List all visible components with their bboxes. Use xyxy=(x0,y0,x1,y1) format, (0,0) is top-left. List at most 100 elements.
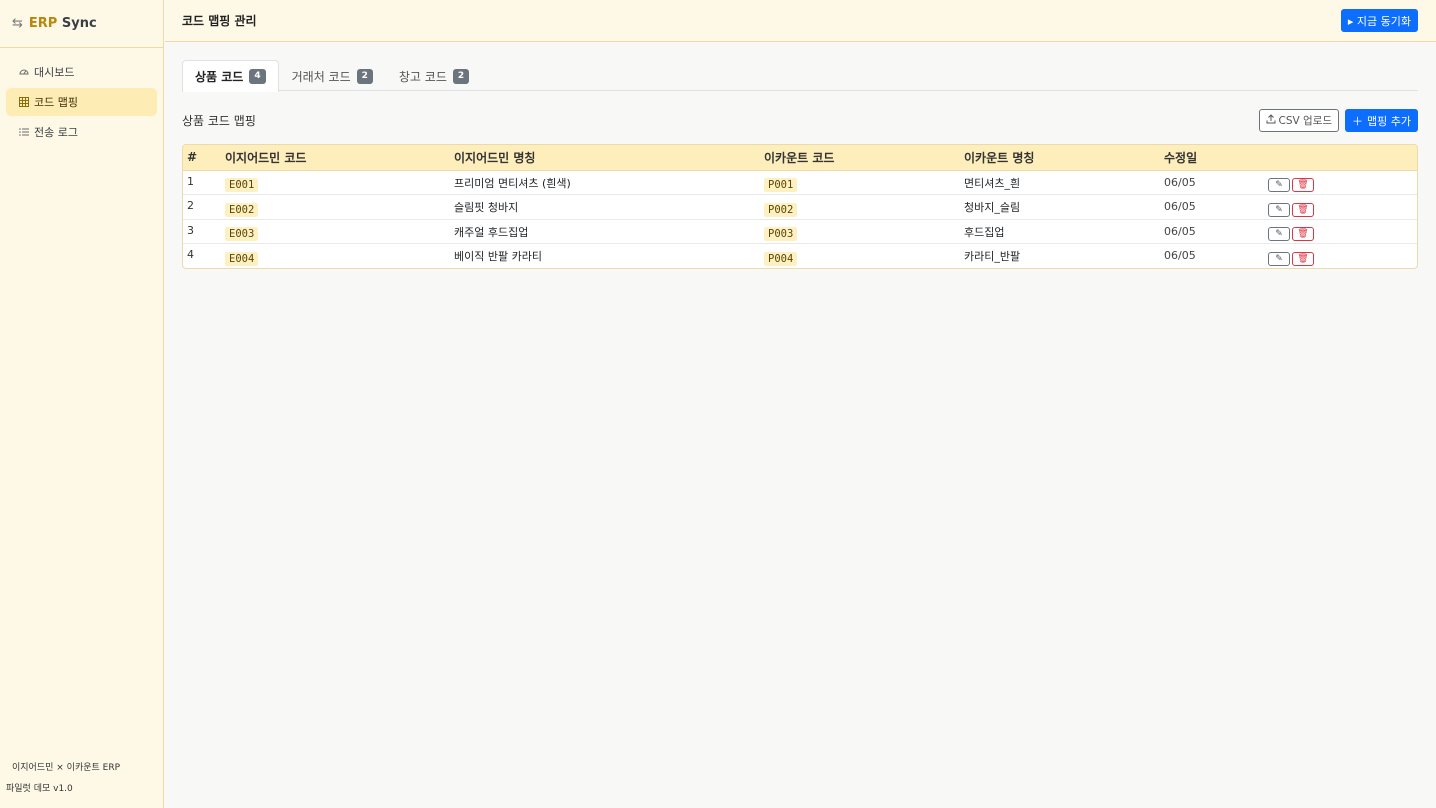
top-header: 코드 맵핑 관리 ▸ 지금 동기화 xyxy=(165,0,1436,42)
section-header: 상품 코드 맵핑 CSV 업로드 ＋ 맵핑 추가 xyxy=(182,109,1418,132)
ez-code: E003 xyxy=(225,227,259,242)
sync-now-button[interactable]: ▸ 지금 동기화 xyxy=(1340,9,1418,32)
tab-bar: 상품 코드 4 거래처 코드 2 창고 코드 2 xyxy=(182,60,1418,92)
col-header-actions xyxy=(1264,145,1417,171)
tab-label: 거래처 코드 xyxy=(291,69,351,84)
row-actions: ✎ 🗑 xyxy=(1264,244,1417,269)
list-icon xyxy=(18,127,29,137)
sidebar-item-transfer-log[interactable]: 전송 로그 xyxy=(6,118,157,146)
ec-code: P004 xyxy=(764,252,798,266)
table-row: 4 E004 베이직 반팔 카라티 P004 카라티_반팔 06/05 ✎ 🗑 xyxy=(183,244,1417,269)
sidebar-item-label: 코드 맵핑 xyxy=(34,96,78,109)
ez-code: E001 xyxy=(225,178,259,193)
ec-code-cell: P003 xyxy=(760,219,960,244)
sidebar-item-code-mapping[interactable]: 코드 맵핑 xyxy=(6,88,157,116)
brand-name: ERP Sync xyxy=(29,16,97,31)
delete-button[interactable]: 🗑 xyxy=(1292,178,1314,193)
modified-date: 06/05 xyxy=(1160,194,1264,220)
ec-name: 카라티_반팔 xyxy=(964,250,1021,263)
edit-button[interactable]: ✎ xyxy=(1268,252,1290,266)
edit-button[interactable]: ✎ xyxy=(1268,227,1290,242)
sidebar-item-label: 대시보드 xyxy=(34,66,75,79)
table-header-row: # 이지어드민 코드 이지어드민 명칭 이카운트 코드 이카운트 명칭 수정일 xyxy=(183,145,1417,171)
ez-code-cell: E001 xyxy=(221,170,450,195)
mapping-table: # 이지어드민 코드 이지어드민 명칭 이카운트 코드 이카운트 명칭 수정일 … xyxy=(182,144,1418,269)
row-number: 2 xyxy=(183,194,221,220)
edit-button[interactable]: ✎ xyxy=(1268,202,1290,217)
delete-button[interactable]: 🗑 xyxy=(1292,252,1314,266)
tab-product-code[interactable]: 상품 코드 4 xyxy=(182,60,279,92)
page-title: 코드 맵핑 관리 xyxy=(182,14,257,28)
main-content: 상품 코드 4 거래처 코드 2 창고 코드 2 상품 코드 맵핑 CSV 업로… xyxy=(182,60,1418,269)
col-header-no: # xyxy=(183,145,221,171)
trash-icon: 🗑 xyxy=(1297,204,1309,215)
count-badge: 4 xyxy=(249,69,266,84)
add-mapping-button[interactable]: ＋ 맵핑 추가 xyxy=(1345,109,1418,132)
pencil-icon: ✎ xyxy=(1275,254,1283,264)
ez-code-cell: E004 xyxy=(221,244,450,269)
gauge-icon xyxy=(18,67,29,77)
table-row: 3 E003 캐주얼 후드집업 P003 후드집업 06/05 ✎ 🗑 xyxy=(183,219,1417,244)
brand[interactable]: ⇆ ERP Sync xyxy=(0,0,163,48)
ez-code-cell: E002 xyxy=(221,194,450,220)
tab-warehouse-code[interactable]: 창고 코드 2 xyxy=(386,60,482,91)
integration-label: 이지어드민 × 이카운트 ERP xyxy=(12,763,121,773)
ec-code: P002 xyxy=(764,202,798,217)
modified-date: 06/05 xyxy=(1160,219,1264,244)
ec-code-cell: P001 xyxy=(760,170,960,195)
ec-code: P001 xyxy=(764,178,798,193)
ec-code: P003 xyxy=(764,227,798,242)
modified-date: 06/05 xyxy=(1160,170,1264,195)
col-header-ec-code: 이카운트 코드 xyxy=(760,145,960,171)
add-mapping-label: 맵핑 추가 xyxy=(1367,114,1411,128)
tab-label: 상품 코드 xyxy=(195,70,244,84)
row-number: 3 xyxy=(183,219,221,244)
col-header-date: 수정일 xyxy=(1160,145,1264,171)
edit-button[interactable]: ✎ xyxy=(1268,178,1290,193)
ez-name: 슬림핏 청바지 xyxy=(450,194,760,220)
tab-vendor-code[interactable]: 거래처 코드 2 xyxy=(279,60,386,91)
sidebar: ⇆ ERP Sync 대시보드 코드 맵핑 전송 로그 이지어드민 × 이카운트… xyxy=(0,0,164,808)
pencil-icon: ✎ xyxy=(1275,204,1283,215)
row-actions: ✎ 🗑 xyxy=(1264,219,1417,244)
table-row: 2 E002 슬림핏 청바지 P002 청바지_슬림 06/05 ✎ 🗑 xyxy=(183,194,1417,220)
table-icon xyxy=(18,97,29,107)
delete-button[interactable]: 🗑 xyxy=(1292,227,1314,242)
count-badge: 2 xyxy=(356,68,373,84)
ez-name: 프리미엄 면티셔츠 (흰색) xyxy=(450,170,760,195)
tab-label: 창고 코드 xyxy=(398,69,447,84)
sidebar-footer: 이지어드민 × 이카운트 ERP 파일럿 데모 v1.0 xyxy=(0,760,164,794)
section-title: 상품 코드 맵핑 xyxy=(182,114,256,128)
count-badge: 2 xyxy=(452,68,470,84)
plus-icon: ＋ xyxy=(1352,114,1364,128)
version-label: 파일럿 데모 v1.0 xyxy=(6,784,73,794)
col-header-ez-name: 이지어드민 명칭 xyxy=(450,145,760,171)
row-actions: ✎ 🗑 xyxy=(1264,170,1417,195)
section-actions: CSV 업로드 ＋ 맵핑 추가 xyxy=(1258,109,1418,132)
col-header-ec-name: 이카운트 명칭 xyxy=(960,145,1160,171)
row-number: 1 xyxy=(183,170,221,195)
pencil-icon: ✎ xyxy=(1275,180,1283,191)
csv-upload-label: CSV 업로드 xyxy=(1278,115,1333,127)
trash-icon: 🗑 xyxy=(1297,254,1309,264)
ec-code-cell: P002 xyxy=(760,194,960,220)
upload-icon xyxy=(1266,114,1276,127)
ec-name: 면티셔츠_흰 xyxy=(960,170,1160,195)
ec-name: 청바지_슬림 xyxy=(960,194,1160,220)
trash-icon: 🗑 xyxy=(1297,180,1309,191)
ec-name: 후드집업 xyxy=(960,219,1160,244)
table-row: 1 E001 프리미엄 면티셔츠 (흰색) P001 면티셔츠_흰 06/05 … xyxy=(183,170,1417,195)
ez-code: E004 xyxy=(225,252,259,266)
ez-name: 베이직 반팔 카라티 xyxy=(454,250,542,263)
sidebar-item-dashboard[interactable]: 대시보드 xyxy=(6,58,157,86)
col-header-ez-code: 이지어드민 코드 xyxy=(221,145,450,171)
swap-arrows-icon: ⇆ xyxy=(12,16,23,31)
row-actions: ✎ 🗑 xyxy=(1264,194,1417,220)
sidebar-item-label: 전송 로그 xyxy=(34,126,78,139)
brand-sync: Sync xyxy=(61,16,97,31)
row-number: 4 xyxy=(187,248,194,261)
delete-button[interactable]: 🗑 xyxy=(1292,202,1314,217)
ez-name: 캐주얼 후드집업 xyxy=(450,219,760,244)
ez-code: E002 xyxy=(225,202,259,217)
csv-upload-button[interactable]: CSV 업로드 xyxy=(1258,109,1340,132)
